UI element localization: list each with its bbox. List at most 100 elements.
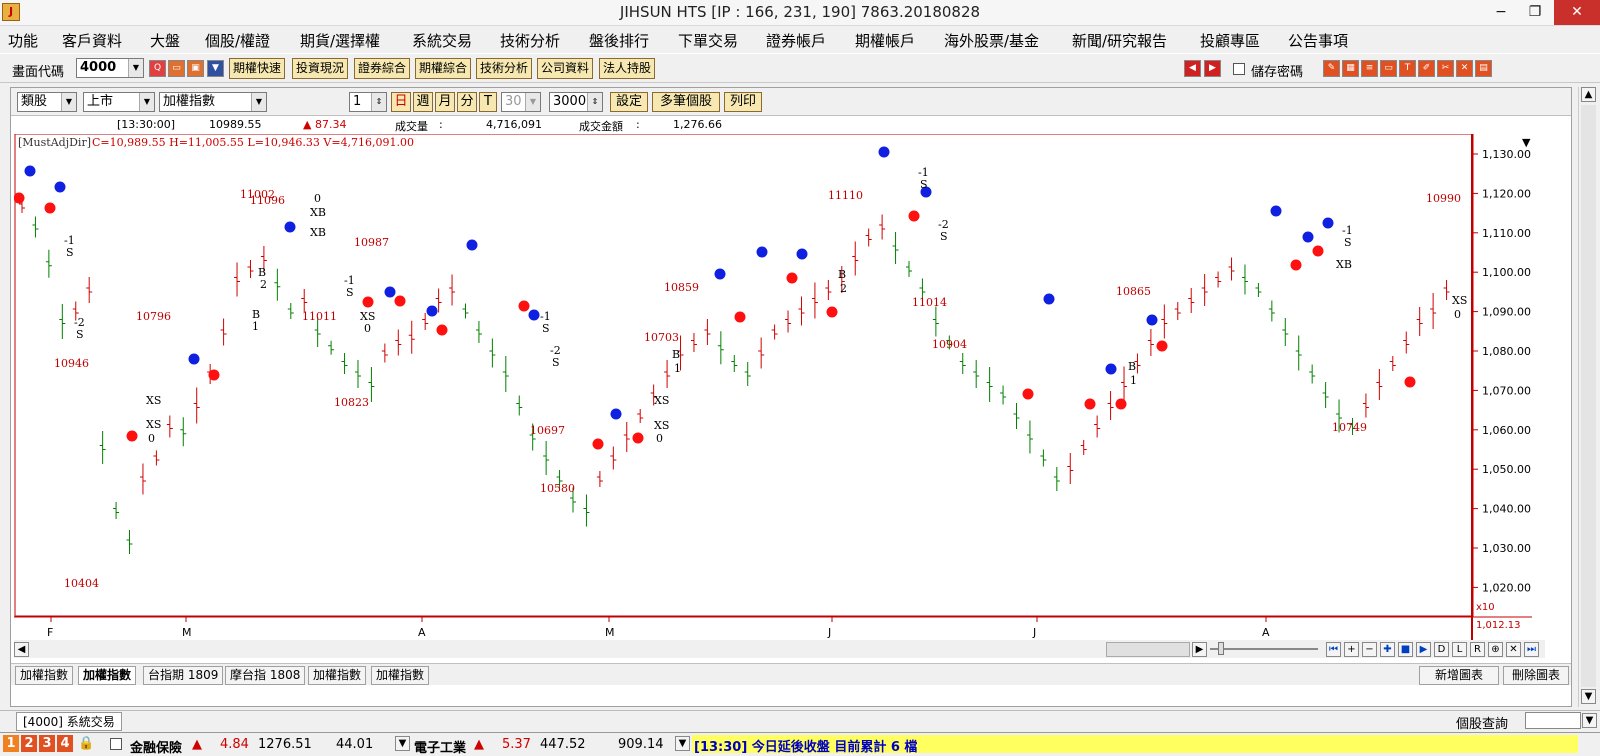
nav-r-button[interactable]: R	[1470, 642, 1485, 657]
plus-icon[interactable]: +	[1344, 642, 1359, 657]
play-icon[interactable]: ▶	[1416, 642, 1431, 657]
minimize-button[interactable]: −	[1484, 0, 1518, 25]
chevron-down-icon[interactable]: ▼	[128, 59, 143, 77]
chart-tab-3[interactable]: 台指期 1809	[143, 666, 224, 685]
index-select[interactable]: 加權指數 ▼	[159, 92, 267, 112]
edit-icon[interactable]: ✐	[1418, 60, 1435, 77]
paint-icon[interactable]: ✂	[1437, 60, 1454, 77]
scroll-right-icon[interactable]: ▶	[1192, 642, 1207, 657]
last-icon[interactable]: ⏭	[1524, 642, 1539, 657]
page-button-2[interactable]: 2	[21, 735, 37, 752]
layout-icon[interactable]: ▤	[1475, 60, 1492, 77]
print-button[interactable]: 列印	[724, 92, 762, 112]
menu-item-market[interactable]: 大盤	[150, 30, 180, 51]
menu-item-news[interactable]: 新聞/研究報告	[1072, 30, 1167, 51]
chevron-down-icon[interactable]: ▼	[675, 736, 690, 751]
status-checkbox[interactable]	[110, 738, 122, 750]
toolbar-button-institutional[interactable]: 法人持股	[599, 58, 656, 79]
period-month-button[interactable]: 月	[435, 92, 455, 112]
period-tick-button[interactable]: T	[479, 92, 497, 112]
chart-svg[interactable]: [MustAdjDir] C=10,989.55 H=11,005.55 L=10…	[14, 134, 1545, 640]
screen-code-input[interactable]: 4000 ▼	[76, 58, 144, 78]
close-button[interactable]: ✕	[1554, 0, 1600, 25]
zoom-slider-track[interactable]	[1210, 648, 1318, 650]
add-chart-button[interactable]: 新增圖表	[1419, 666, 1499, 685]
page-button-4[interactable]: 4	[57, 735, 73, 752]
menu-item-tech-analysis[interactable]: 技術分析	[500, 30, 560, 51]
candlestick-chart[interactable]: [MustAdjDir] C=10,989.55 H=11,005.55 L=10…	[14, 134, 1545, 640]
maximize-button[interactable]: ❐	[1518, 0, 1552, 25]
query-icon[interactable]: Q	[149, 60, 166, 77]
menu-item-overseas[interactable]: 海外股票/基金	[944, 30, 1039, 51]
lock-icon[interactable]: 🔒	[78, 736, 94, 751]
chevron-down-icon[interactable]: ▼	[139, 93, 154, 111]
news-ticker[interactable]: [13:30] 今日延後收盤 目前累計 6 檔	[692, 735, 1578, 755]
chevron-down-icon[interactable]: ▼	[251, 93, 266, 111]
move-icon[interactable]: ✚	[1380, 642, 1395, 657]
category-select[interactable]: 類股 ▼	[17, 92, 77, 112]
multi-stock-button[interactable]: 多筆個股	[652, 92, 720, 112]
minus-icon[interactable]: −	[1362, 642, 1377, 657]
page-button-1[interactable]: 1	[3, 735, 19, 752]
menu-item-customer[interactable]: 客戶資料	[62, 30, 122, 51]
close-chart-icon[interactable]: ✕	[1506, 642, 1521, 657]
toolbar-button-options-summary[interactable]: 期權綜合	[415, 58, 472, 79]
menu-item-function[interactable]: 功能	[8, 30, 38, 51]
chart-tab-6[interactable]: 加權指數	[371, 666, 430, 685]
menu-item-order[interactable]: 下單交易	[678, 30, 738, 51]
chart-tab-1[interactable]: 加權指數	[15, 666, 74, 685]
menu-item-stocks[interactable]: 個股/權證	[205, 30, 270, 51]
stock-query-input[interactable]	[1525, 712, 1581, 729]
scroll-left-icon[interactable]: ◀	[14, 642, 29, 657]
chevron-down-icon[interactable]: ▼	[525, 93, 540, 111]
back-arrow-icon[interactable]: ◀	[1184, 60, 1201, 77]
card-icon[interactable]: ▭	[1380, 60, 1397, 77]
pen-icon[interactable]: ✎	[1323, 60, 1340, 77]
menu-item-system-trade[interactable]: 系統交易	[412, 30, 472, 51]
chevron-down-icon[interactable]: ▼	[1582, 713, 1597, 728]
folder-icon[interactable]: ▭	[168, 60, 185, 77]
menu-item-futures[interactable]: 期貨/選擇權	[300, 30, 380, 51]
toolbar-button-company-info[interactable]: 公司資料	[537, 58, 594, 79]
scroll-down-icon[interactable]: ▼	[1581, 689, 1596, 704]
menu-item-announcement[interactable]: 公告事項	[1288, 30, 1348, 51]
zoom-icon[interactable]: ⊕	[1488, 642, 1503, 657]
period-day-button[interactable]: 日	[391, 92, 411, 112]
horizontal-scrollbar[interactable]: ◀ ▶ ⏮ + − ✚ ■ ▶ D L R ⊕ ✕ ⏭	[14, 640, 1545, 658]
chevron-down-icon[interactable]: ▼	[61, 93, 76, 111]
stepper-icon[interactable]: ⇕	[371, 93, 386, 111]
dropdown-icon[interactable]: ▼	[207, 60, 224, 77]
image-icon[interactable]: ▣	[187, 60, 204, 77]
minute-select[interactable]: 30 ▼	[501, 92, 541, 112]
market-select[interactable]: 上市 ▼	[83, 92, 155, 112]
vscroll-track[interactable]	[1581, 105, 1596, 687]
period-count-stepper[interactable]: 1 ⇕	[349, 92, 387, 112]
menu-item-securities-account[interactable]: 證券帳戶	[766, 30, 826, 51]
vertical-scrollbar[interactable]: ▲ ▼	[1578, 87, 1598, 707]
settings-button[interactable]: 設定	[610, 92, 648, 112]
first-icon[interactable]: ⏮	[1326, 642, 1341, 657]
menu-item-options-account[interactable]: 期權帳戶	[855, 30, 915, 51]
menu-item-advisory[interactable]: 投顧專區	[1200, 30, 1260, 51]
period-minute-button[interactable]: 分	[457, 92, 477, 112]
page-button-3[interactable]: 3	[39, 735, 55, 752]
period-week-button[interactable]: 週	[413, 92, 433, 112]
chevron-down-icon[interactable]: ▼	[395, 736, 410, 751]
delete-chart-button[interactable]: 刪除圖表	[1503, 666, 1569, 685]
grid-icon[interactable]: ▦	[1342, 60, 1359, 77]
toolbar-button-securities-summary[interactable]: 證券綜合	[354, 58, 411, 79]
bars-count-stepper[interactable]: 30000 ⇕	[549, 92, 603, 112]
nav-d-button[interactable]: D	[1434, 642, 1449, 657]
stop-icon[interactable]: ■	[1398, 642, 1413, 657]
window-tab-system-trade[interactable]: [4000] 系統交易	[16, 712, 122, 731]
toolbar-button-options-quick[interactable]: 期權快速	[229, 58, 286, 79]
chart-tab-4[interactable]: 摩台指 1808	[225, 666, 306, 685]
menu-item-ranking[interactable]: 盤後排行	[589, 30, 649, 51]
chart-tab-5[interactable]: 加權指數	[308, 666, 367, 685]
list-icon[interactable]: ≡	[1361, 60, 1378, 77]
tools-icon[interactable]: ✕	[1456, 60, 1473, 77]
zoom-slider-handle[interactable]	[1218, 642, 1224, 655]
nav-l-button[interactable]: L	[1452, 642, 1467, 657]
toolbar-button-investment-status[interactable]: 投資現況	[292, 58, 349, 79]
stepper-icon[interactable]: ⇕	[587, 93, 602, 111]
